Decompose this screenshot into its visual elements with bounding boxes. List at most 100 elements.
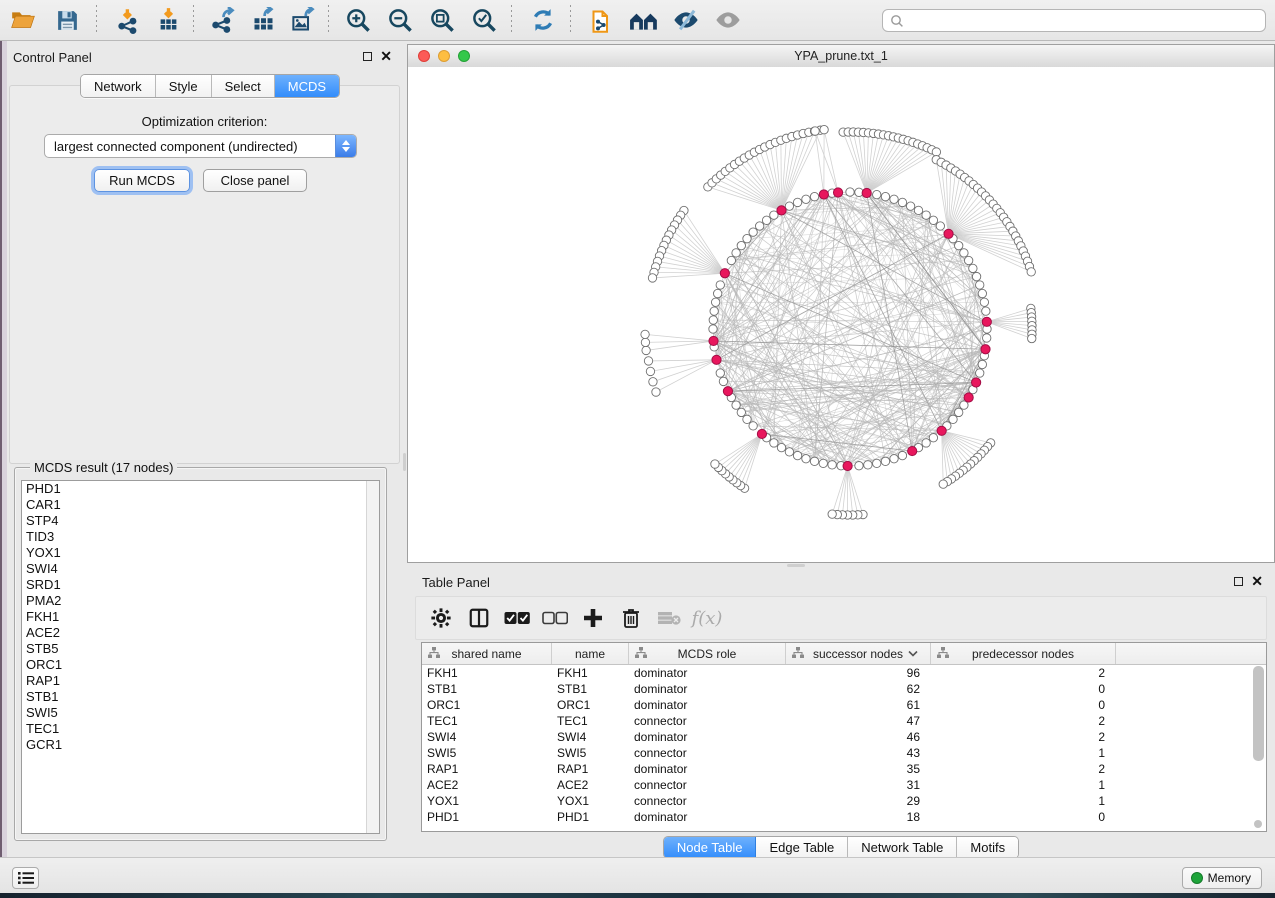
deselect-all-columns-button[interactable] — [536, 599, 574, 637]
tab-mcds[interactable]: MCDS — [275, 75, 339, 97]
import-table-icon — [155, 7, 182, 34]
float-panel-icon[interactable] — [363, 52, 372, 61]
result-item[interactable]: STB1 — [22, 689, 379, 705]
table-row[interactable]: SWI4SWI4dominator462 — [422, 729, 1266, 745]
result-item[interactable]: SRD1 — [22, 577, 379, 593]
hide-eye-icon — [672, 6, 700, 34]
zoom-in-button[interactable] — [341, 3, 375, 37]
result-item[interactable]: RAP1 — [22, 673, 379, 689]
import-network-button[interactable] — [111, 3, 145, 37]
zoom-selected-button[interactable] — [467, 3, 501, 37]
tab-style[interactable]: Style — [156, 75, 212, 97]
table-settings-button[interactable] — [422, 599, 460, 637]
tab-node-table[interactable]: Node Table — [664, 837, 757, 858]
column-header-MCDS-role[interactable]: MCDS role — [629, 643, 786, 664]
delete-table-button-disabled — [650, 599, 688, 637]
tab-network[interactable]: Network — [81, 75, 156, 97]
cell: SWI4 — [422, 729, 552, 745]
result-item[interactable]: YOX1 — [22, 545, 379, 561]
column-header-shared-name[interactable]: shared name — [422, 643, 552, 664]
cell: 1 — [931, 745, 1116, 761]
tab-select[interactable]: Select — [212, 75, 275, 97]
run-mcds-button[interactable]: Run MCDS — [94, 169, 190, 192]
add-column-button[interactable] — [574, 599, 612, 637]
apply-layout-button[interactable] — [526, 3, 560, 37]
memory-button[interactable]: Memory — [1182, 867, 1262, 889]
task-list-icon — [18, 871, 34, 885]
show-column-panel-button[interactable] — [460, 599, 498, 637]
search-box[interactable] — [882, 9, 1266, 32]
table-body: FKH1FKH1dominator962STB1STB1dominator620… — [422, 665, 1266, 825]
cell: 43 — [786, 745, 931, 761]
table-tabs: Node TableEdge TableNetwork TableMotifs — [663, 836, 1019, 859]
show-all-button[interactable] — [711, 3, 745, 37]
result-item[interactable]: SWI5 — [22, 705, 379, 721]
result-item[interactable]: GCR1 — [22, 737, 379, 753]
result-item[interactable]: SWI4 — [22, 561, 379, 577]
column-header-predecessor-nodes[interactable]: predecessor nodes — [931, 643, 1116, 664]
result-item[interactable]: CAR1 — [22, 497, 379, 513]
save-session-button[interactable] — [50, 3, 84, 37]
table-row[interactable]: YOX1YOX1connector291 — [422, 793, 1266, 809]
result-item[interactable]: PHD1 — [22, 481, 379, 497]
select-all-columns-button[interactable] — [498, 599, 536, 637]
task-history-button[interactable] — [12, 867, 39, 889]
close-table-panel-icon[interactable]: ✕ — [1251, 576, 1263, 586]
column-header-name[interactable]: name — [552, 643, 629, 664]
result-item[interactable]: FKH1 — [22, 609, 379, 625]
checked-boxes-icon — [504, 611, 530, 625]
table-panel: Table Panel ✕ — [407, 568, 1275, 857]
cell: dominator — [629, 681, 786, 697]
table-row[interactable]: FKH1FKH1dominator962 — [422, 665, 1266, 681]
export-table-button[interactable] — [246, 3, 280, 37]
delete-column-button[interactable] — [612, 599, 650, 637]
right-area: YPA_prune.txt_1 Table Panel ✕ — [407, 41, 1275, 857]
status-bar: Memory — [0, 857, 1275, 893]
first-neighbors-button[interactable] — [627, 3, 661, 37]
table-row[interactable]: PHD1PHD1dominator180 — [422, 809, 1266, 825]
criterion-dropdown[interactable]: largest connected component (undirected) — [44, 134, 357, 158]
result-item[interactable]: ORC1 — [22, 657, 379, 673]
close-panel-icon[interactable]: ✕ — [380, 51, 392, 61]
result-scrollbar[interactable] — [366, 481, 379, 833]
zoom-fit-icon — [429, 7, 456, 34]
close-panel-button[interactable]: Close panel — [203, 169, 307, 192]
result-item[interactable]: ACE2 — [22, 625, 379, 641]
tab-network-table[interactable]: Network Table — [848, 837, 957, 858]
table-row[interactable]: STB1STB1dominator620 — [422, 681, 1266, 697]
result-item[interactable]: STB5 — [22, 641, 379, 657]
table-row[interactable]: SWI5SWI5connector431 — [422, 745, 1266, 761]
table-scrollbar-thumb[interactable] — [1253, 666, 1264, 761]
cell: ACE2 — [422, 777, 552, 793]
hide-selected-button[interactable] — [669, 3, 703, 37]
export-image-button[interactable] — [286, 3, 320, 37]
cell: YOX1 — [422, 793, 552, 809]
table-panel-title: Table Panel — [422, 575, 490, 590]
zoom-fit-button[interactable] — [425, 3, 459, 37]
zoom-out-button[interactable] — [383, 3, 417, 37]
mcds-result-title: MCDS result (17 nodes) — [30, 460, 177, 475]
table-row[interactable]: RAP1RAP1dominator352 — [422, 761, 1266, 777]
table-row[interactable]: ACE2ACE2connector311 — [422, 777, 1266, 793]
cell: PHD1 — [552, 809, 629, 825]
cell: 0 — [931, 809, 1116, 825]
result-item[interactable]: PMA2 — [22, 593, 379, 609]
result-item[interactable]: STP4 — [22, 513, 379, 529]
table-row[interactable]: ORC1ORC1dominator610 — [422, 697, 1266, 713]
export-network-button[interactable] — [206, 3, 240, 37]
result-item[interactable]: TID3 — [22, 529, 379, 545]
float-table-panel-icon[interactable] — [1234, 577, 1243, 586]
table-row[interactable]: TEC1TEC1connector472 — [422, 713, 1266, 729]
show-eye-icon-disabled — [714, 6, 742, 34]
tab-edge-table[interactable]: Edge Table — [756, 837, 848, 858]
tab-motifs[interactable]: Motifs — [957, 837, 1018, 858]
new-network-from-selection-button[interactable] — [585, 3, 619, 37]
network-titlebar[interactable]: YPA_prune.txt_1 — [408, 45, 1274, 68]
open-file-button[interactable] — [6, 3, 40, 37]
search-icon — [890, 14, 904, 28]
result-item[interactable]: TEC1 — [22, 721, 379, 737]
search-input[interactable] — [904, 14, 1265, 28]
network-canvas[interactable] — [408, 67, 1274, 562]
import-table-button[interactable] — [151, 3, 185, 37]
column-header-successor-nodes[interactable]: successor nodes — [786, 643, 931, 664]
